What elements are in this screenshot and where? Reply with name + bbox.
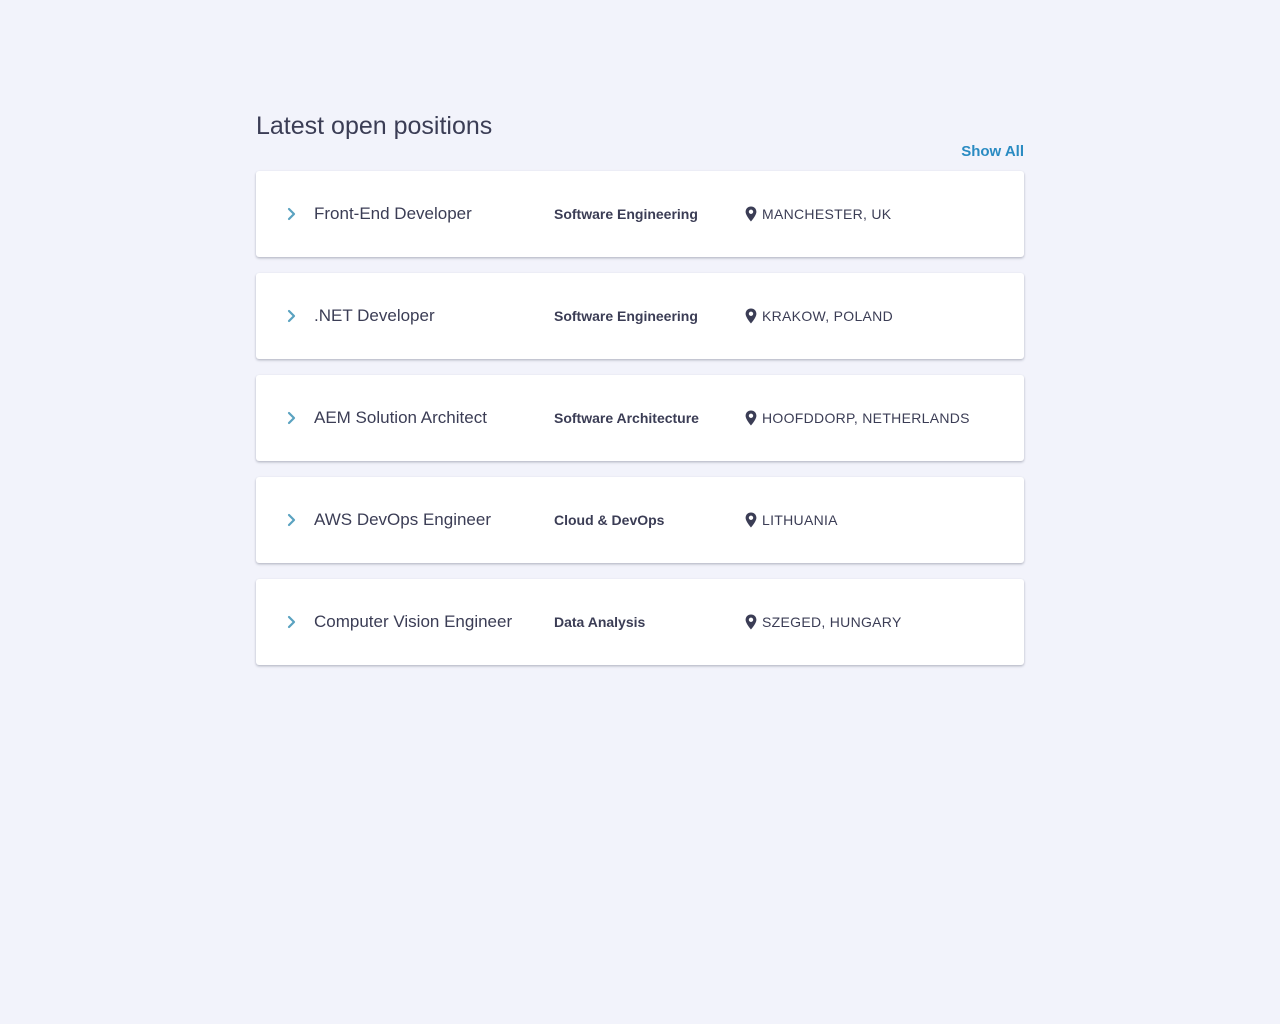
position-card[interactable]: AWS DevOps Engineer Cloud & DevOps LITHU… [256, 477, 1024, 563]
position-location-text: LITHUANIA [762, 512, 838, 528]
position-category: Software Engineering [554, 206, 698, 222]
position-location-text: SZEGED, HUNGARY [762, 614, 902, 630]
position-category: Software Architecture [554, 410, 699, 426]
position-title[interactable]: Computer Vision Engineer [314, 610, 512, 634]
positions-list: Front-End Developer Software Engineering… [256, 171, 1024, 665]
position-location-text: KRAKOW, POLAND [762, 308, 894, 324]
position-location: MANCHESTER, UK [745, 204, 891, 224]
position-title[interactable]: Front-End Developer [314, 202, 472, 226]
position-category: Data Analysis [554, 614, 646, 630]
position-card[interactable]: Front-End Developer Software Engineering… [256, 171, 1024, 257]
open-positions-section: Latest open positions Show All Front-End… [256, 108, 1024, 681]
section-header: Latest open positions Show All [256, 108, 1024, 171]
chevron-right-icon [287, 513, 296, 527]
position-category: Software Engineering [554, 308, 698, 324]
show-all-link[interactable]: Show All [961, 142, 1024, 162]
position-location-text: MANCHESTER, UK [762, 206, 892, 222]
position-category: Cloud & DevOps [554, 512, 665, 528]
chevron-right-icon [287, 309, 296, 323]
section-title: Latest open positions [256, 112, 493, 140]
map-pin-icon [745, 614, 757, 630]
chevron-right-icon [287, 207, 296, 221]
chevron-right-icon [287, 615, 296, 629]
position-location: KRAKOW, POLAND [745, 306, 893, 326]
position-card[interactable]: .NET Developer Software Engineering KRAK… [256, 273, 1024, 359]
chevron-right-icon [287, 411, 296, 425]
position-title[interactable]: AWS DevOps Engineer [314, 508, 491, 532]
map-pin-icon [745, 308, 757, 324]
map-pin-icon [745, 410, 757, 426]
position-title[interactable]: .NET Developer [314, 304, 435, 328]
position-title[interactable]: AEM Solution Architect [314, 406, 487, 430]
position-location: LITHUANIA [745, 510, 838, 530]
position-card[interactable]: Computer Vision Engineer Data Analysis S… [256, 579, 1024, 665]
position-location: SZEGED, HUNGARY [745, 612, 902, 632]
map-pin-icon [745, 206, 757, 222]
position-location-text: HOOFDDORP, NETHERLANDS [762, 410, 970, 426]
position-location: HOOFDDORP, NETHERLANDS [745, 408, 970, 428]
position-card[interactable]: AEM Solution Architect Software Architec… [256, 375, 1024, 461]
map-pin-icon [745, 512, 757, 528]
